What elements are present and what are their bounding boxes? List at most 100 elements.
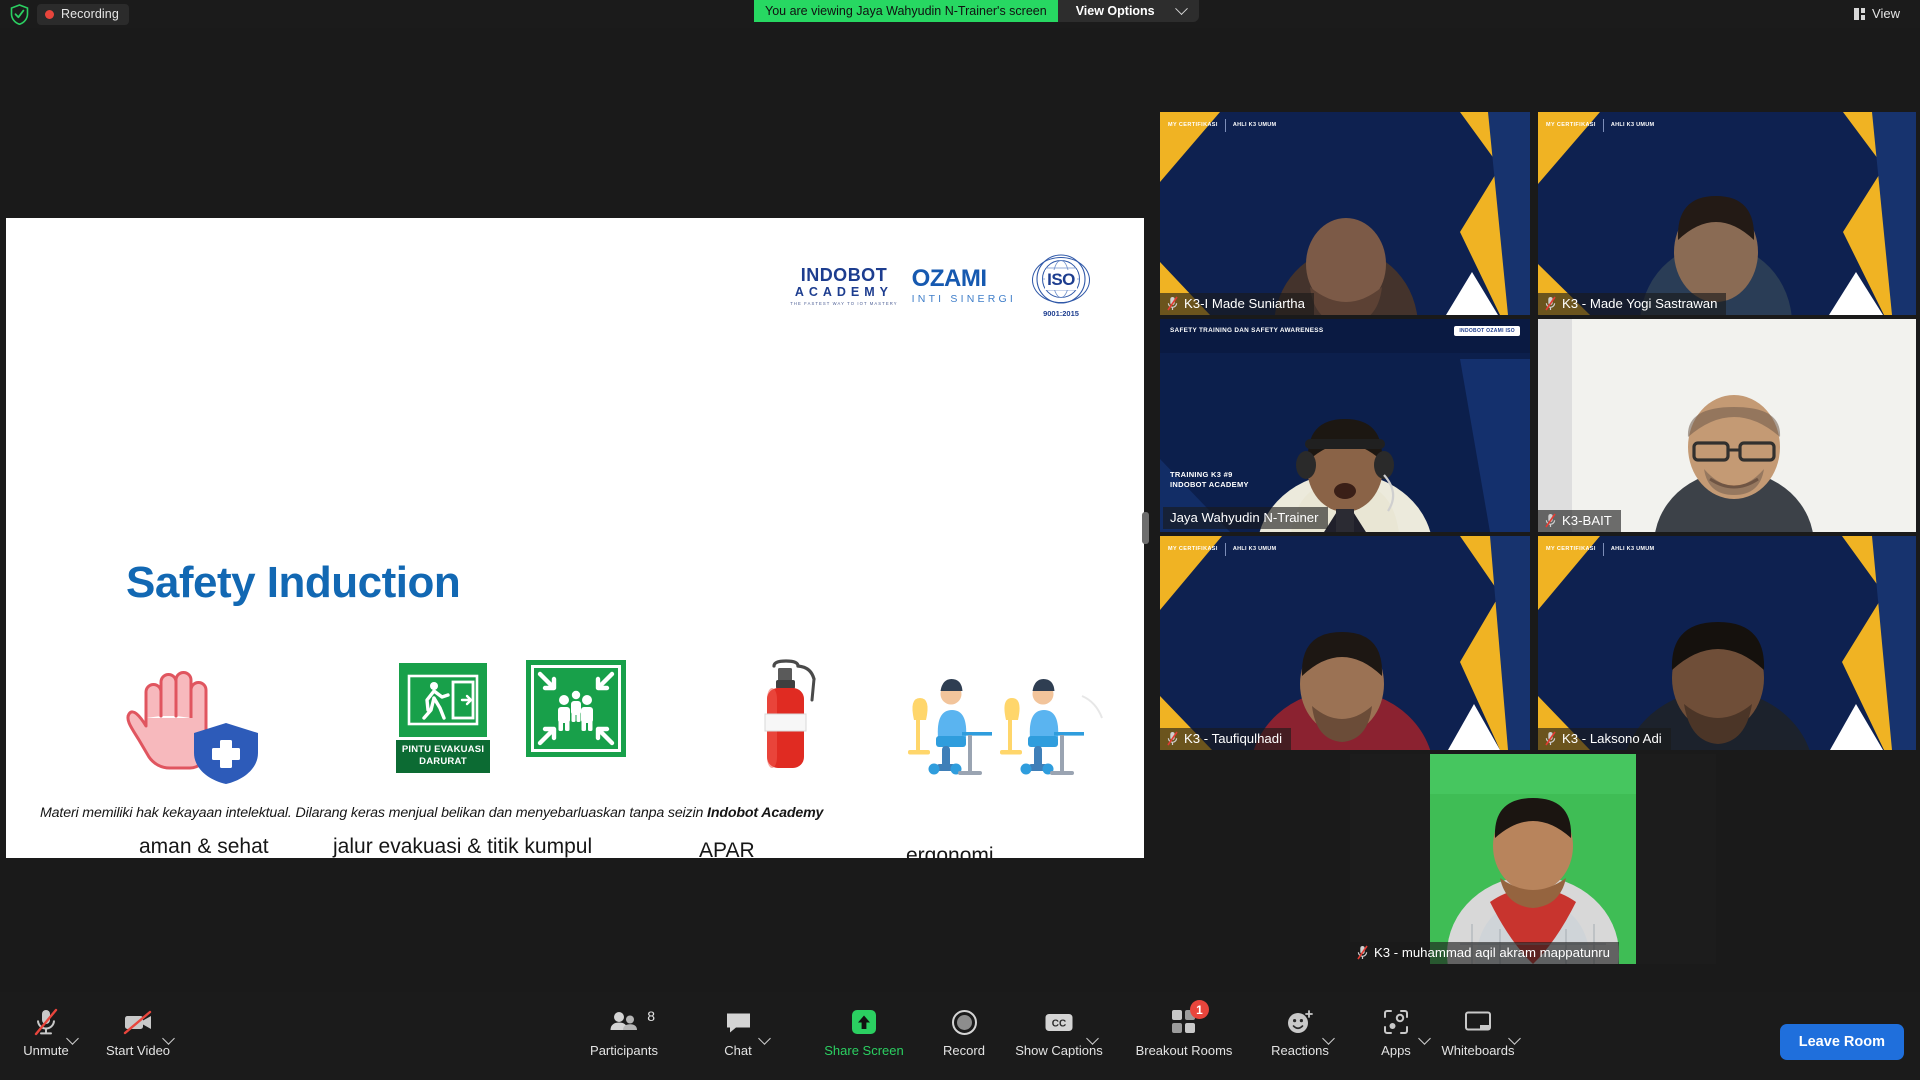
participant-video-strip: MY CERTIFIKASI AHLI K3 UMUM K3-I Made Su… [1160,112,1916,964]
chat-label: Chat [724,1043,752,1058]
view-layout-button[interactable]: View [1846,3,1908,24]
active-tile-slide-logo: INDOBOT OZAMI ISO [1454,326,1520,336]
view-options-label: View Options [1075,4,1155,18]
view-options-button[interactable]: View Options [1057,0,1199,22]
video-tile-5[interactable]: MY CERTIFIKASI AHLI K3 UMUM K3 - Laksono… [1538,536,1916,750]
share-screen-label: Share Screen [824,1043,904,1058]
tile-namebar-1: K3 - Made Yogi Sastrawan [1538,293,1727,315]
ozami-logo-line1: OZAMI [911,265,987,293]
tile-name-4: K3 - Taufiqulhadi [1184,731,1282,746]
tile-namebar-3: K3-BAIT [1538,510,1621,532]
shared-screen-slide[interactable]: INDOBOT ACADEMY THE FASTEST WAY TO IOT M… [6,218,1144,858]
indobot-logo-tagline: THE FASTEST WAY TO IOT MASTERY [790,300,898,306]
tile-logo-line2: AHLI K3 UMUM [1232,122,1277,129]
tile-background-6 [1350,754,1716,964]
video-camera-off-icon [122,1006,154,1038]
iso-certification-logo: ISO 9001:2015 [1030,254,1092,318]
exit-caption-line1: PINTU EVAKUASI [401,744,485,756]
exit-caption-line2: DARURAT [419,756,467,768]
top-bar: Recording You are viewing Jaya Wahyudin … [0,0,1920,28]
chat-bubble-icon [725,1006,752,1038]
tile-name-5: K3 - Laksono Adi [1562,731,1662,746]
breakout-rooms-label: Breakout Rooms [1135,1043,1233,1058]
participants-icon: 8 [609,1006,655,1038]
recording-indicator-group: Recording [10,4,129,25]
tile-name-1: K3 - Made Yogi Sastrawan [1562,296,1718,311]
participants-count: 8 [647,1008,655,1024]
chevron-down-icon [1174,1,1188,15]
apps-label: Apps [1381,1043,1411,1058]
tile-background-3 [1538,319,1916,532]
microphone-muted-icon [32,1006,60,1038]
show-captions-button[interactable]: CC Show Captions [1004,1006,1114,1058]
view-button-label: View [1872,6,1900,21]
share-panel-drag-handle[interactable] [1142,512,1149,544]
share-screen-icon [850,1006,878,1038]
security-shield-icon[interactable] [10,4,29,25]
chat-chevron-up-icon[interactable] [758,1032,771,1045]
tile-name-6: K3 - muhammad aqil akram mappatunru [1374,945,1611,960]
tile-background-2 [1160,319,1530,532]
tile-namebar-0: K3-I Made Suniartha [1160,293,1314,315]
tile-background-4 [1160,536,1530,750]
tile-logo-line1a-5: MY CERTIFIKASI [1546,546,1596,553]
viewing-screen-banner: You are viewing Jaya Wahyudin N-Trainer'… [754,0,1058,22]
zoom-meeting-window: Recording You are viewing Jaya Wahyudin … [0,0,1920,1080]
footer-brand: Indobot Academy [707,805,824,821]
video-tile-4[interactable]: MY CERTIFIKASI AHLI K3 UMUM K3 - Taufiqu… [1160,536,1530,750]
record-button[interactable]: Record [918,1006,1010,1058]
iso-label: ISO [1045,270,1077,290]
tile-logo-line2-4: AHLI K3 UMUM [1232,546,1277,553]
video-tile-3[interactable]: K3-BAIT [1538,319,1916,532]
active-tile-slide-lower: TRAINING K3 #9 INDOBOT ACADEMY [1170,470,1249,490]
share-screen-button[interactable]: Share Screen [818,1006,910,1058]
slide-label-aman-sehat: aman & sehat [139,835,269,858]
microphone-muted-icon [1167,731,1178,746]
health-shield-icon [194,723,258,784]
start-video-button[interactable]: Start Video [92,1006,184,1058]
recording-badge[interactable]: Recording [37,4,129,25]
chat-button[interactable]: Chat [692,1006,784,1058]
breakout-rooms-badge: 1 [1190,1000,1209,1019]
slide-logo-group: INDOBOT ACADEMY THE FASTEST WAY TO IOT M… [790,254,1092,318]
breakout-rooms-icon: 1 [1171,1000,1209,1038]
reactions-button[interactable]: Reactions [1254,1006,1346,1058]
active-tile-lower-line1: TRAINING K3 #9 [1170,469,1233,479]
microphone-muted-icon [1545,513,1556,528]
indobot-academy-logo: INDOBOT ACADEMY THE FASTEST WAY TO IOT M… [790,266,897,306]
tile-namebar-5: K3 - Laksono Adi [1538,728,1671,750]
record-label: Record [943,1043,985,1058]
ergonomic-workstation-icon [906,672,1106,782]
tile-logo-line2-1: AHLI K3 UMUM [1610,122,1655,129]
show-captions-label: Show Captions [1015,1043,1103,1058]
video-tile-0[interactable]: MY CERTIFIKASI AHLI K3 UMUM K3-I Made Su… [1160,112,1530,315]
grid-layout-icon [1854,7,1866,20]
microphone-muted-icon [1545,296,1556,311]
breakout-rooms-button[interactable]: 1 Breakout Rooms [1120,1000,1248,1058]
participants-button[interactable]: 8 Participants [578,1006,670,1058]
svg-text:CC: CC [1052,1018,1066,1029]
meeting-toolbar: Unmute Start Video 8 Participants Chat S… [0,992,1920,1080]
closed-captions-icon: CC [1044,1006,1074,1038]
tile-background-0 [1160,112,1530,315]
recording-label: Recording [61,7,119,21]
slide-label-ergonomi: ergonomi [906,844,994,858]
microphone-muted-icon [1545,731,1556,746]
iso-year-label: 9001:2015 [1043,309,1079,318]
slide-label-row: aman & sehat jalur evakuasi & titik kump… [6,818,1144,858]
assembly-point-sign-icon [526,660,626,757]
tile-namebar-4: K3 - Taufiqulhadi [1160,728,1291,750]
unmute-button[interactable]: Unmute [0,1006,92,1058]
slide-label-apar: APAR [699,839,755,858]
footer-text: Materi memiliki hak kekayaan intelektual… [40,805,708,821]
hand-health-icon [124,666,269,786]
apps-icon [1383,1006,1409,1038]
microphone-muted-icon [1357,945,1368,960]
slide-title: Safety Induction [126,558,461,607]
whiteboards-button[interactable]: Whiteboards [1422,1006,1534,1058]
leave-room-button[interactable]: Leave Room [1779,1024,1904,1060]
video-tile-6[interactable]: K3 - muhammad aqil akram mappatunru [1350,754,1716,964]
video-tile-1[interactable]: MY CERTIFIKASI AHLI K3 UMUM K3 - Made Yo… [1538,112,1916,315]
video-tile-2[interactable]: SAFETY TRAINING DAN SAFETY AWARENESS IND… [1160,319,1530,532]
tile-background-5 [1538,536,1916,750]
